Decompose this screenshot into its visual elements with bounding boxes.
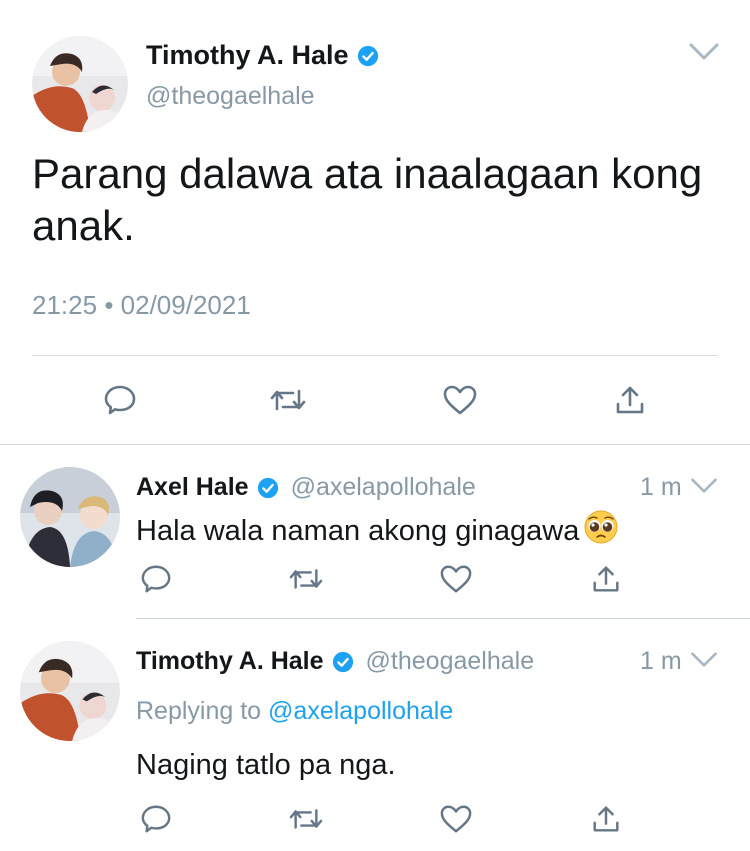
- reply-text: Hala wala naman akong ginagawa: [136, 514, 580, 547]
- verified-badge-icon: [357, 45, 379, 67]
- avatar[interactable]: [32, 36, 128, 132]
- tweet-actions: [0, 380, 750, 420]
- reply-header: Timothy A. Hale @theogaelhale: [136, 647, 534, 676]
- replying-to-mention[interactable]: @axelapollohale: [268, 697, 453, 725]
- verified-badge-icon: [332, 651, 354, 673]
- reply-time: 1 m: [640, 473, 682, 501]
- reply-text-row: Hala wala naman akong ginagawa: [136, 509, 619, 553]
- retweet-icon[interactable]: [268, 380, 308, 420]
- avatar[interactable]: [20, 641, 120, 741]
- share-icon[interactable]: [610, 380, 650, 420]
- reply-tweet: Axel Hale @axelapollohale 1 m Hala wala …: [0, 445, 750, 617]
- timestamp-separator: •: [104, 290, 114, 320]
- tweet-text: Parang dalawa ata inaalagaan kong anak.: [32, 150, 703, 249]
- avatar[interactable]: [20, 467, 120, 567]
- main-tweet: Timothy A. Hale @theogaelhale Parang dal…: [0, 0, 750, 444]
- author-handle[interactable]: @theogaelhale: [366, 647, 535, 676]
- reply-icon[interactable]: [100, 380, 140, 420]
- retweet-icon[interactable]: [286, 799, 326, 839]
- like-icon[interactable]: [440, 380, 480, 420]
- tweet-actions: [0, 559, 750, 599]
- reply-time: 1 m: [640, 647, 682, 675]
- tweet-date: 02/09/2021: [120, 290, 251, 320]
- reply-icon[interactable]: [136, 559, 176, 599]
- author-name[interactable]: Axel Hale: [136, 473, 249, 502]
- chevron-down-icon[interactable]: [686, 38, 722, 71]
- share-icon[interactable]: [586, 559, 626, 599]
- divider: [32, 355, 718, 356]
- reply-tweet: Timothy A. Hale @theogaelhale 1 m Replyi…: [0, 619, 750, 851]
- retweet-icon[interactable]: [286, 559, 326, 599]
- verified-badge-icon: [257, 477, 279, 499]
- author-name[interactable]: Timothy A. Hale: [136, 647, 324, 676]
- tweet-actions: [0, 799, 750, 839]
- like-icon[interactable]: [436, 799, 476, 839]
- author-name[interactable]: Timothy A. Hale: [146, 40, 349, 71]
- reply-text: Naging tatlo pa nga.: [136, 749, 396, 781]
- pleading-face-emoji: [583, 509, 619, 553]
- chevron-down-icon[interactable]: [688, 647, 720, 678]
- share-icon[interactable]: [586, 799, 626, 839]
- replying-to: Replying to @axelapollohale: [136, 697, 453, 726]
- tweet-time: 21:25: [32, 290, 98, 320]
- author-handle[interactable]: @axelapollohale: [291, 473, 476, 502]
- like-icon[interactable]: [436, 559, 476, 599]
- reply-icon[interactable]: [136, 799, 176, 839]
- author-name-row[interactable]: Timothy A. Hale: [146, 40, 379, 71]
- replying-to-label: Replying to: [136, 697, 262, 725]
- chevron-down-icon[interactable]: [688, 473, 720, 504]
- author-handle[interactable]: @theogaelhale: [146, 82, 315, 111]
- reply-header: Axel Hale @axelapollohale: [136, 473, 476, 502]
- tweet-timestamp[interactable]: 21:25 • 02/09/2021: [32, 290, 251, 321]
